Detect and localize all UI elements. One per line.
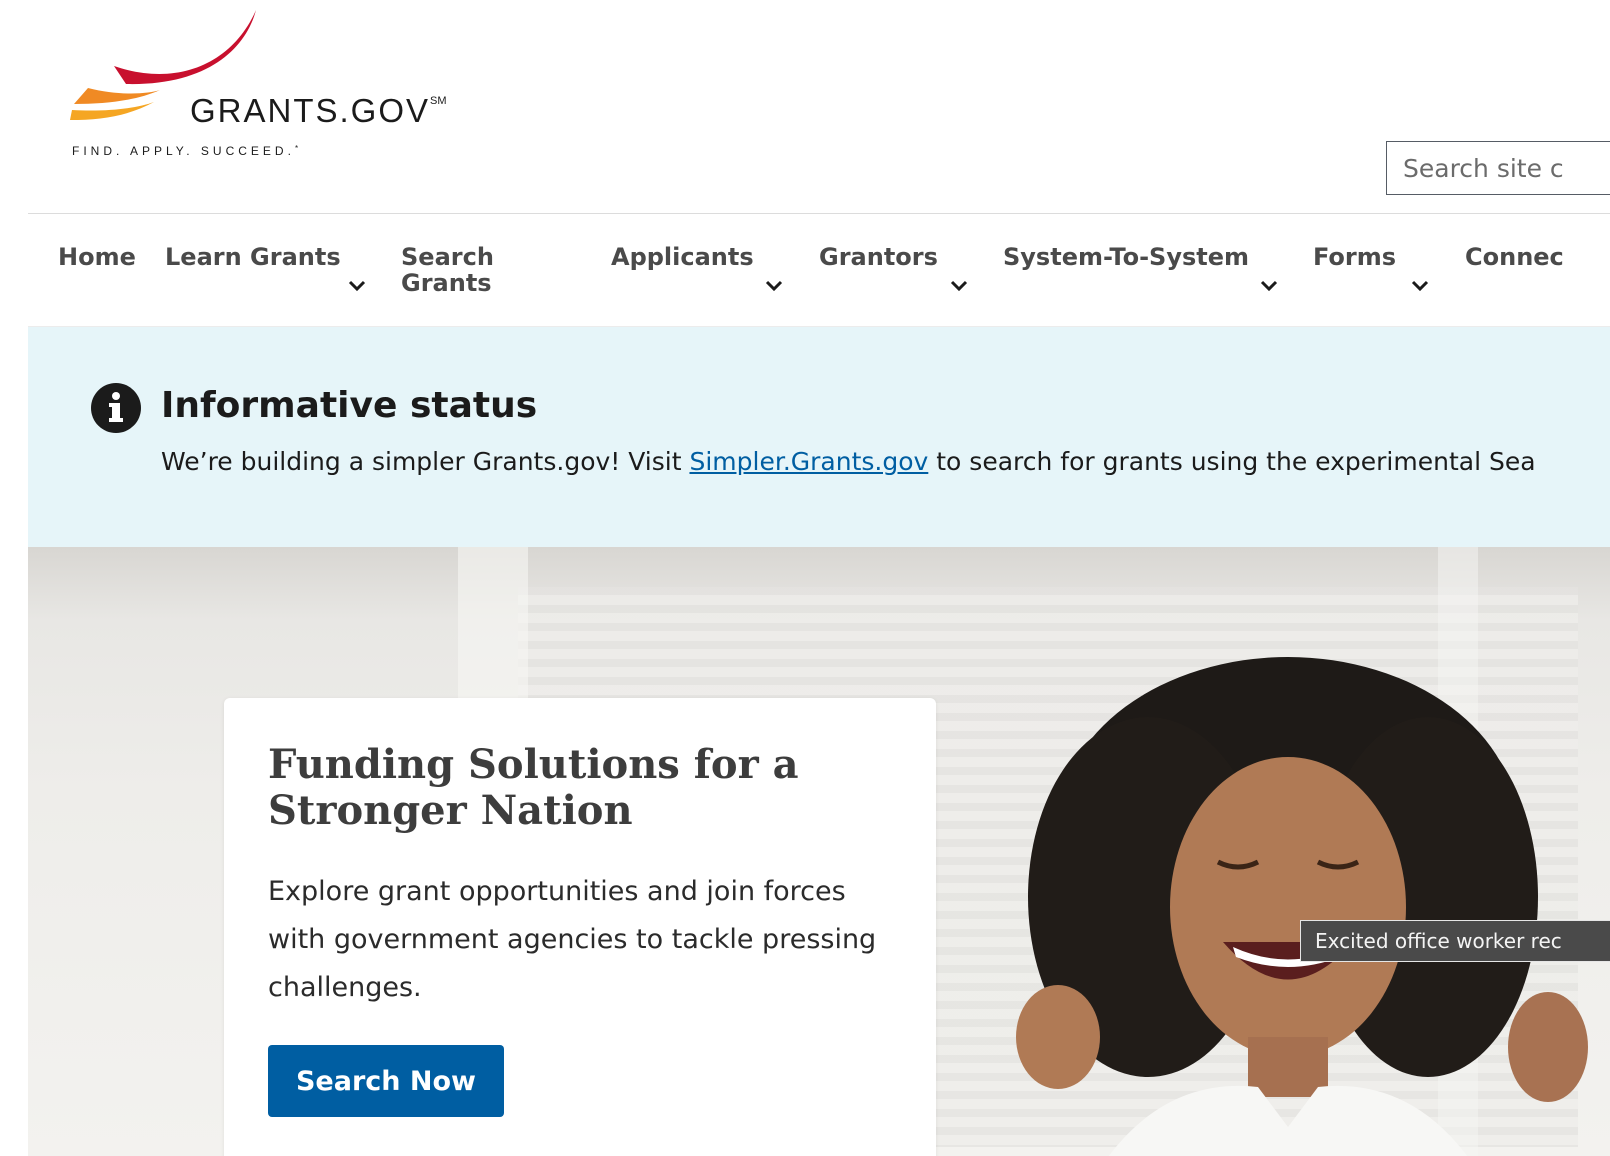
nav-item-search-grants[interactable]: Search Grants <box>401 244 494 296</box>
nav-item-home[interactable]: Home <box>58 244 136 270</box>
hero-person-image <box>1016 657 1588 1156</box>
hero-section: Funding Solutions for a Stronger Nation … <box>28 547 1610 1156</box>
site-header: GRANTS.GOVSM FIND. APPLY. SUCCEED.* <box>28 0 1610 214</box>
nav-item-forms[interactable]: Forms <box>1313 244 1396 270</box>
nav-item-connect[interactable]: Connec <box>1465 244 1564 270</box>
nav-item-applicants[interactable]: Applicants <box>611 244 754 270</box>
site-search-box[interactable] <box>1386 141 1610 195</box>
alert-title: Informative status <box>161 385 538 426</box>
chevron-down-icon[interactable] <box>765 280 783 292</box>
hero-card: Funding Solutions for a Stronger Nation … <box>224 698 936 1156</box>
alert-body: We’re building a simpler Grants.gov! Vis… <box>161 447 1536 476</box>
logo-tagline: FIND. APPLY. SUCCEED.* <box>72 144 299 158</box>
nav-item-learn-grants[interactable]: Learn Grants <box>165 244 341 270</box>
informative-status-alert: Informative status We’re building a simp… <box>28 327 1610 547</box>
logo-wordmark: GRANTS.GOVSM <box>190 92 447 129</box>
hero-description: Explore grant opportunities and join for… <box>268 876 877 1003</box>
chevron-down-icon[interactable] <box>348 280 366 292</box>
image-tooltip: Excited office worker rec <box>1300 920 1610 962</box>
nav-item-system-to-system[interactable]: System-To-System <box>1003 244 1249 270</box>
search-now-button[interactable]: Search Now <box>268 1045 504 1117</box>
hero-title: Funding Solutions for a Stronger Nation <box>268 741 799 834</box>
chevron-down-icon[interactable] <box>1260 280 1278 292</box>
search-input[interactable] <box>1387 142 1610 194</box>
chevron-down-icon[interactable] <box>950 280 968 292</box>
grants-gov-logo[interactable]: GRANTS.GOVSM FIND. APPLY. SUCCEED.* <box>68 8 538 168</box>
nav-item-grantors[interactable]: Grantors <box>819 244 938 270</box>
main-nav: Home Learn Grants Search Grants Applican… <box>28 214 1610 328</box>
page: GRANTS.GOVSM FIND. APPLY. SUCCEED.* Home… <box>0 0 1610 1156</box>
info-icon <box>91 383 141 433</box>
simpler-grants-link[interactable]: Simpler.Grants.gov <box>689 447 928 476</box>
chevron-down-icon[interactable] <box>1411 280 1429 292</box>
